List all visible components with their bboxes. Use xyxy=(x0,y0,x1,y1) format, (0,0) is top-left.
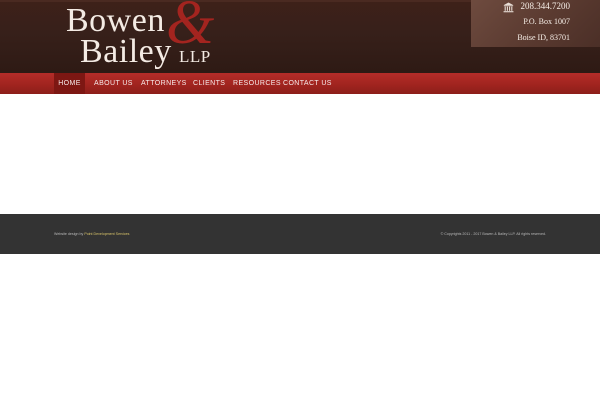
footer-credit-link[interactable]: Point Development Services xyxy=(84,232,129,236)
contact-info-box: 208.344.7200 P.O. Box 1007 Boise ID, 837… xyxy=(471,0,600,47)
footer-credit-prefix: Website design by xyxy=(54,232,84,236)
nav-item-resources[interactable]: RESOURCES xyxy=(233,73,281,94)
logo-ampersand: & xyxy=(166,0,215,57)
site-logo[interactable]: Bowen & Bailey LLP xyxy=(64,0,224,70)
footer-credit: Website design by Point Development Serv… xyxy=(54,232,129,236)
building-icon xyxy=(503,2,514,13)
main-nav: HOME ABOUT US ATTORNEYS CLIENTS RESOURCE… xyxy=(0,73,600,94)
logo-suffix-llp: LLP xyxy=(179,47,211,66)
nav-item-home[interactable]: HOME xyxy=(54,73,85,94)
contact-phone[interactable]: 208.344.7200 xyxy=(521,1,571,11)
nav-item-contact-us[interactable]: CONTACT US xyxy=(283,73,332,94)
main-content-area xyxy=(0,94,600,214)
contact-po-box: P.O. Box 1007 xyxy=(523,17,570,26)
site-footer: Website design by Point Development Serv… xyxy=(0,214,600,254)
logo-word-bailey: Bailey xyxy=(80,33,172,70)
nav-item-clients[interactable]: CLIENTS xyxy=(193,73,225,94)
footer-copyright: © Copyrights 2011 - 2017 Bowen & Bailey … xyxy=(440,232,546,236)
nav-item-attorneys[interactable]: ATTORNEYS xyxy=(141,73,187,94)
site-header: Bowen & Bailey LLP 208.344.7200 P.O. Box… xyxy=(0,0,600,73)
nav-item-about-us[interactable]: ABOUT US xyxy=(94,73,133,94)
contact-city: Boise ID, 83701 xyxy=(517,33,570,42)
